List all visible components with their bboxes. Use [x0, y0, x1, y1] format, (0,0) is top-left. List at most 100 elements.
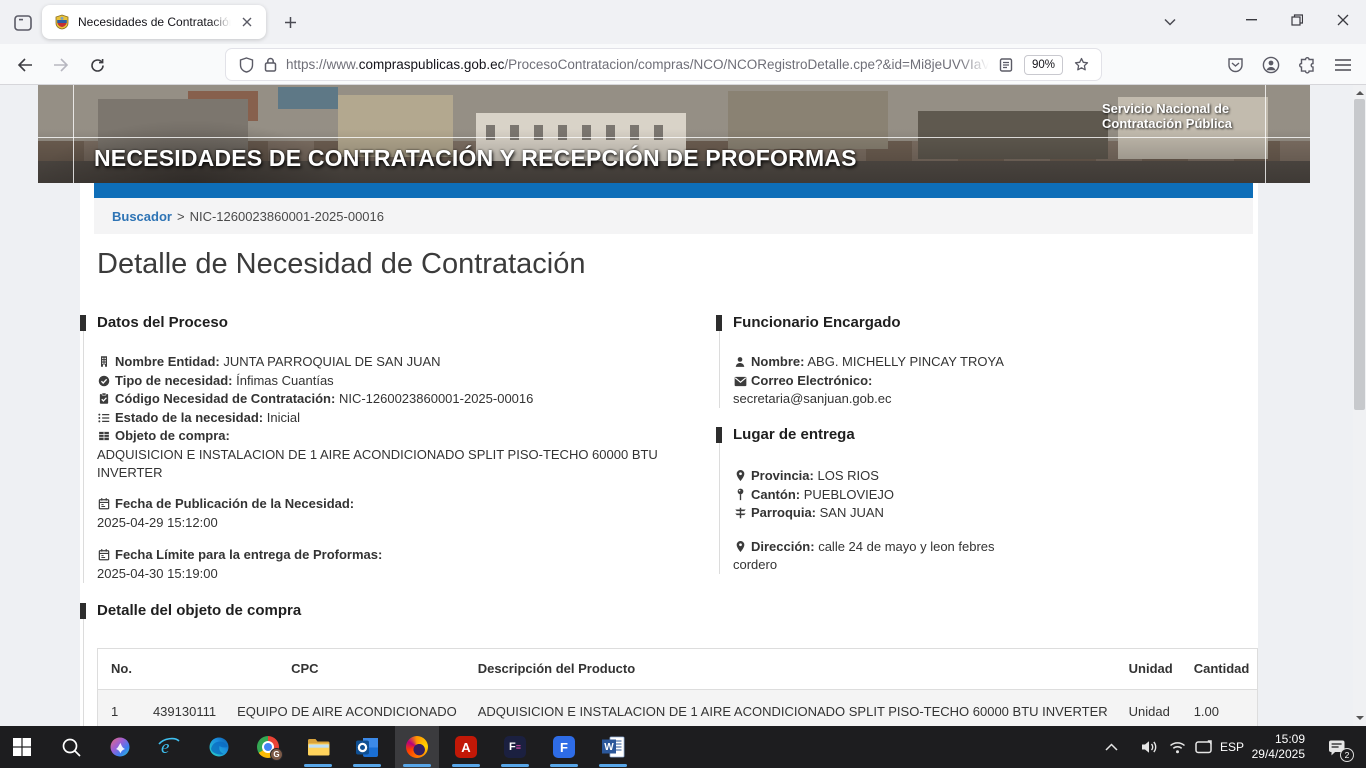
section-heading: Detalle del objeto de compra — [97, 603, 1243, 619]
taskbar-acrobat-icon[interactable]: A — [444, 726, 488, 768]
bookmark-star-icon[interactable] — [1069, 53, 1093, 77]
field-value: LOS RIOS — [817, 468, 878, 483]
account-icon[interactable] — [1256, 50, 1286, 80]
field-nombre-entidad: Nombre Entidad: JUNTA PARROQUIAL DE SAN … — [97, 353, 689, 372]
field-fecha-publicacion-label: Fecha de Publicación de la Necesidad: — [97, 495, 689, 514]
taskbar-edge-icon[interactable] — [197, 726, 241, 768]
field-label: Provincia: — [751, 468, 814, 483]
field-label: Objeto de compra: — [115, 428, 230, 443]
zoom-level-button[interactable]: 90% — [1024, 55, 1063, 75]
scrollbar-thumb[interactable] — [1354, 99, 1365, 410]
field-fecha-publicacion-value: 2025-04-29 15:12:00 — [97, 514, 689, 532]
table-icon — [97, 428, 111, 446]
field-value: PUEBLOVIEJO — [804, 487, 894, 502]
address-bar[interactable]: https://www.compraspublicas.gob.ec/Proce… — [225, 48, 1102, 81]
items-table: No. CPC Descripción del Producto Unidad … — [97, 648, 1258, 726]
tab-close-icon[interactable] — [236, 11, 258, 33]
taskbar-firefox-icon[interactable] — [395, 726, 439, 768]
field-correo-value: secretaria@sanjuan.gob.ec — [733, 390, 1243, 408]
taskbar-active-indicator — [403, 764, 431, 767]
tray-volume-icon[interactable] — [1136, 726, 1162, 768]
taskbar-word-icon[interactable]: W — [591, 726, 635, 768]
browser-titlebar: Necesidades de Contratación y — [0, 0, 1366, 44]
taskbar: e G A F≡ F — [0, 726, 1366, 768]
table-row: 1 439130111 EQUIPO DE AIRE ACONDICIONADO… — [98, 689, 1258, 726]
tray-display-icon[interactable] — [1190, 726, 1216, 768]
tray-hidden-icons-chevron[interactable] — [1098, 726, 1124, 768]
taskbar-outlook-icon[interactable] — [345, 726, 389, 768]
page-title: Detalle de Necesidad de Contratación — [97, 248, 585, 281]
svg-text:W: W — [604, 742, 614, 753]
window-close-button[interactable] — [1320, 0, 1366, 40]
new-tab-button[interactable] — [276, 8, 304, 36]
taskbar-search-button[interactable] — [49, 726, 93, 768]
section-heading: Funcionario Encargado — [733, 315, 1243, 331]
section-funcionario-encargado: Funcionario Encargado Nombre: ABG. MICHE… — [719, 315, 1243, 408]
taskbar-active-indicator — [599, 764, 627, 767]
page-viewport: NECESIDADES DE CONTRATACIÓN Y RECEPCIÓN … — [0, 85, 1366, 726]
taskbar-file-explorer-icon[interactable] — [296, 726, 340, 768]
browser-tab[interactable]: Necesidades de Contratación y — [42, 5, 266, 39]
field-value: Inicial — [267, 410, 300, 425]
field-label: Cantón: — [751, 487, 800, 502]
taskbar-copilot-icon[interactable] — [98, 726, 142, 768]
lock-icon[interactable] — [258, 53, 282, 77]
url-text[interactable]: https://www.compraspublicas.gob.ec/Proce… — [286, 55, 994, 75]
section-datos-del-proceso: Datos del Proceso Nombre Entidad: JUNTA … — [83, 315, 689, 583]
field-label: Dirección: — [751, 539, 815, 554]
tab-list-chevron-icon[interactable] — [1156, 8, 1184, 36]
scroll-up-icon[interactable] — [1353, 85, 1366, 100]
cell-descripcion: ADQUISICION E INSTALACION DE 1 AIRE ACON… — [465, 689, 1116, 726]
clock-time: 15:09 — [1221, 732, 1305, 747]
field-label: Parroquia: — [751, 505, 816, 520]
extensions-puzzle-icon[interactable] — [1292, 50, 1322, 80]
clock-date: 29/4/2025 — [1221, 747, 1305, 762]
tracking-shield-icon[interactable] — [234, 53, 258, 77]
taskbar-active-indicator — [353, 764, 381, 767]
map-marker-icon — [733, 468, 747, 486]
field-tipo-necesidad: Tipo de necesidad: Ínfimas Cuantías — [97, 372, 689, 391]
cell-cantidad: 1.00 — [1181, 689, 1258, 726]
field-value: SAN JUAN — [820, 505, 884, 520]
notification-count-badge: 2 — [1340, 748, 1354, 762]
scroll-down-icon[interactable] — [1353, 711, 1366, 726]
cell-cpc-code: 439130111 — [140, 689, 224, 726]
banner-grid-line — [38, 137, 1310, 138]
taskbar-chrome-icon[interactable]: G — [246, 726, 290, 768]
firefox-view-button[interactable] — [10, 10, 36, 36]
col-cantidad: Cantidad — [1181, 649, 1258, 690]
reader-mode-icon[interactable] — [994, 53, 1018, 77]
map-marker-icon — [733, 539, 747, 557]
taskbar-firmaec-app-icon[interactable]: F — [542, 726, 586, 768]
building-icon — [97, 354, 111, 372]
url-scheme: https://www. — [286, 57, 359, 72]
breadcrumb-current: NIC-1260023860001-2025-00016 — [190, 209, 384, 224]
banner-grid-line — [73, 85, 74, 183]
page-scrollbar[interactable] — [1353, 85, 1366, 726]
agency-name: Servicio Nacional de Contratación Públic… — [1102, 101, 1262, 131]
breadcrumb-link-buscador[interactable]: Buscador — [112, 209, 172, 224]
window-restore-button[interactable] — [1274, 0, 1320, 40]
field-canton: Cantón: PUEBLOVIEJO — [733, 486, 1243, 505]
taskbar-internet-explorer-icon[interactable]: e — [147, 726, 191, 768]
taskbar-feo-app-icon[interactable]: F≡ — [493, 726, 537, 768]
field-objeto-compra-value: ADQUISICION E INSTALACION DE 1 AIRE ACON… — [97, 446, 689, 481]
pocket-icon[interactable] — [1220, 50, 1250, 80]
notification-center-icon[interactable]: 2 — [1322, 726, 1352, 768]
forward-button[interactable] — [46, 50, 76, 80]
start-button[interactable] — [0, 726, 44, 768]
agency-line1: Servicio Nacional de — [1102, 101, 1262, 116]
tray-clock[interactable]: 15:09 29/4/2025 — [1221, 732, 1305, 762]
menu-hamburger-icon[interactable] — [1328, 50, 1358, 80]
url-domain: compraspublicas.gob.ec — [359, 57, 505, 72]
field-estado-necesidad: Estado de la necesidad: Inicial — [97, 409, 689, 428]
banner-title: NECESIDADES DE CONTRATACIÓN Y RECEPCIÓN … — [94, 145, 857, 172]
col-unidad: Unidad — [1116, 649, 1181, 690]
calendar-icon — [97, 547, 111, 565]
reload-button[interactable] — [82, 50, 112, 80]
screen: Necesidades de Contratación y — [0, 0, 1366, 768]
back-button[interactable] — [10, 50, 40, 80]
window-minimize-button[interactable] — [1228, 0, 1274, 40]
clipboard-check-icon — [97, 391, 111, 409]
tray-wifi-icon[interactable] — [1164, 726, 1190, 768]
